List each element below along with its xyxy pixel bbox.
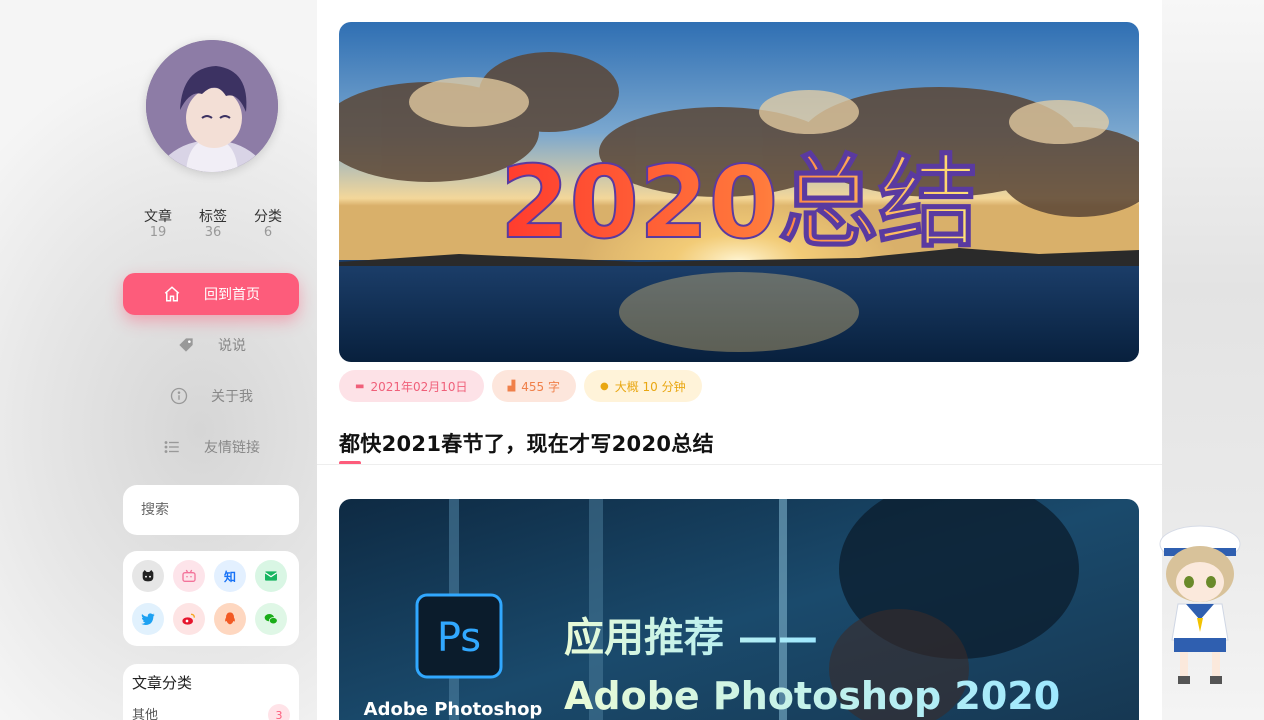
ps-logo: Ps	[437, 615, 481, 661]
wordcount-badge: ▟ 455 字	[491, 370, 576, 402]
twitter-icon[interactable]	[132, 603, 164, 635]
cover-line2: Adobe Photoshop 2020	[564, 674, 1060, 718]
clock-icon: ●	[599, 380, 609, 392]
stat-label: 文章	[144, 209, 172, 225]
calendar-icon: ▬	[355, 380, 365, 392]
qq-icon[interactable]	[214, 603, 246, 635]
post-cover[interactable]: Ps Adobe Photoshop 应用推荐 —— Adobe Photosh…	[339, 499, 1139, 720]
home-icon	[162, 284, 182, 304]
stat-value: 19	[149, 225, 167, 240]
nav-about[interactable]: 关于我	[123, 375, 299, 417]
search-box[interactable]	[123, 485, 299, 535]
category-item[interactable]: 其他 3	[132, 704, 290, 720]
cover-brand: Adobe Photoshop	[364, 699, 543, 720]
post-cover[interactable]: 2020总结	[339, 22, 1139, 362]
readtime-badge: ● 大概 10 分钟	[583, 370, 702, 402]
post-readtime: 大概 10 分钟	[614, 379, 686, 394]
divider	[317, 464, 1162, 465]
stat-value: 6	[263, 225, 273, 240]
category-count: 3	[268, 704, 290, 720]
cover-title: 2020总结	[500, 144, 978, 261]
avatar[interactable]	[146, 40, 278, 172]
post-date: 2021年02月10日	[370, 379, 468, 394]
category-label: 其他	[132, 708, 159, 720]
nav-label: 友情链接	[204, 440, 260, 456]
github-icon[interactable]	[132, 560, 164, 592]
stat-value: 36	[204, 225, 222, 240]
bilibili-icon[interactable]	[173, 560, 205, 592]
category-title: 文章分类	[132, 674, 193, 692]
stat-label: 分类	[254, 209, 282, 225]
post-words: 455 字	[521, 379, 560, 394]
post-meta: ▬ 2021年02月10日 ▟ 455 字 ● 大概 10 分钟	[339, 370, 702, 402]
stat-articles[interactable]: 文章 19	[138, 208, 178, 240]
list-icon	[162, 437, 182, 457]
mascot-character[interactable]	[1156, 522, 1244, 687]
profile-stats: 文章 19 标签 36 分类 6	[138, 208, 288, 240]
email-icon[interactable]	[255, 560, 287, 592]
nav-home[interactable]: 回到首页	[123, 273, 299, 315]
stat-categories[interactable]: 分类 6	[248, 208, 288, 240]
nav-label: 关于我	[211, 389, 253, 405]
stat-tags[interactable]: 标签 36	[193, 208, 233, 240]
weibo-icon[interactable]	[173, 603, 205, 635]
zhihu-icon[interactable]: 知	[214, 560, 246, 592]
chart-icon: ▟	[507, 380, 516, 392]
wechat-icon[interactable]	[255, 603, 287, 635]
nav-friend-links[interactable]: 友情链接	[123, 426, 299, 468]
cover-line1: 应用推荐 ——	[564, 615, 818, 661]
info-icon	[169, 386, 189, 406]
search-input[interactable]	[141, 502, 281, 518]
nav-moments[interactable]: 说说	[123, 324, 299, 366]
post-title[interactable]: 都快2021春节了，现在才写2020总结	[339, 428, 714, 458]
date-badge: ▬ 2021年02月10日	[339, 370, 484, 402]
stat-label: 标签	[199, 209, 227, 225]
nav-label: 说说	[218, 338, 246, 354]
nav-label: 回到首页	[204, 287, 260, 303]
social-links: 知	[123, 551, 299, 646]
tag-icon	[176, 335, 196, 355]
post-list: 2020总结 ▬ 2021年02月10日 ▟ 455 字 ● 大概 10 分钟 …	[317, 0, 1162, 720]
category-card: 文章分类 其他 3	[123, 664, 299, 720]
